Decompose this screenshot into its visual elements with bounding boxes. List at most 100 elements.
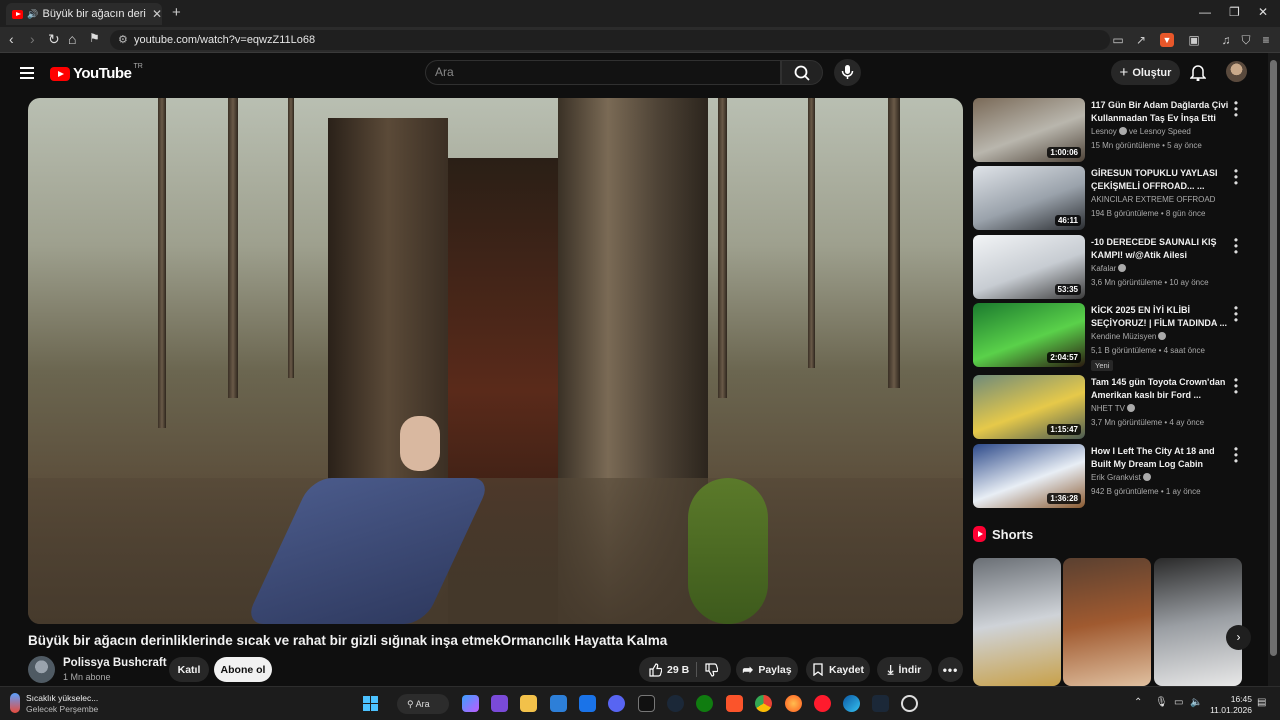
media-icon[interactable]: ♫ [1219,33,1233,47]
steam-alt-icon[interactable] [872,695,889,712]
shorts-item[interactable] [1154,558,1242,686]
recommendation-item[interactable]: 2:04:57 KİCK 2025 EN İYİ KLİBİ SEÇİYORUZ!… [973,302,1263,371]
brave-browser-icon[interactable] [726,695,743,712]
video-thumbnail[interactable]: 1:15:47 [973,375,1085,439]
menu-icon[interactable]: ≡ [1259,33,1273,47]
steam-icon[interactable] [667,695,684,712]
new-tab-button[interactable]: + [172,4,181,21]
download-button[interactable]: ⤓ İndir [877,657,932,682]
reload-icon[interactable]: ↻ [48,31,60,48]
windows-start-icon[interactable] [362,695,379,712]
brave-shields-icon[interactable]: ▼ [1160,33,1174,47]
subscribe-button[interactable]: Abone ol [214,657,272,682]
more-vertical-icon[interactable]: • • • [1232,97,1240,121]
recommendation-title[interactable]: GİRESUN TOPUKLU YAYLASI ÇEKİŞMELİ OFFROA… [1091,167,1229,193]
more-actions-button[interactable]: ••• [938,657,963,682]
vpn-icon[interactable]: ⛉ [1239,33,1253,47]
recommendation-title[interactable]: How I Left The City At 18 and Built My D… [1091,445,1229,471]
recommendation-item[interactable]: 1:15:47 Tam 145 gün Toyota Crown'dan Amer… [973,374,1263,439]
network-icon[interactable]: ▭ [1174,697,1183,708]
microsoft-store-icon[interactable] [550,695,567,712]
bookmark-icon[interactable]: ⚑ [89,31,100,45]
close-tab-icon[interactable]: ✕ [152,7,162,21]
sidebar-icon[interactable]: ▣ [1187,33,1201,47]
like-button[interactable]: 29 B [648,662,689,677]
shorts-next-button[interactable]: › [1226,625,1251,650]
shorts-item[interactable] [973,558,1061,686]
settings-gear-icon[interactable] [901,695,918,712]
outlook-icon[interactable] [579,695,596,712]
recommendation-channel[interactable]: NHET TV [1091,404,1135,413]
recommendation-item[interactable]: 1:36:28 How I Left The City At 18 and Bui… [973,443,1263,508]
more-vertical-icon[interactable]: • • • [1232,302,1240,326]
back-icon[interactable]: ‹ [9,31,14,47]
opera-icon[interactable] [814,695,831,712]
recommendation-item[interactable]: 46:11 GİRESUN TOPUKLU YAYLASI ÇEKİŞMELİ O… [973,165,1263,230]
xbox-icon[interactable] [696,695,713,712]
url-field[interactable]: ⚙ youtube.com/watch?v=eqwzZ11Lo68 [110,30,1110,50]
shorts-item[interactable] [1063,558,1151,686]
video-thumbnail[interactable]: 2:04:57 [973,303,1085,367]
channel-avatar[interactable] [28,656,55,683]
microphone-tray-icon[interactable]: 🎙 [1155,697,1168,708]
recommendation-title[interactable]: -10 DERECEDE SAUNALI KIŞ KAMPI! w/@Atik … [1091,236,1229,262]
discord-icon[interactable] [608,695,625,712]
account-avatar[interactable] [1226,61,1247,82]
cast-icon[interactable]: ▭ [1111,33,1125,47]
file-explorer-icon[interactable] [520,695,537,712]
copilot-icon[interactable] [462,695,479,712]
recommendation-channel[interactable]: AKINCILAR EXTREME OFFROAD [1091,195,1215,204]
recommendation-channel[interactable]: Erik Grankvist [1091,473,1151,482]
scrollbar-thumb[interactable] [1270,60,1277,656]
task-view-icon[interactable] [491,695,508,712]
video-thumbnail[interactable]: 46:11 [973,166,1085,230]
video-thumbnail[interactable]: 1:36:28 [973,444,1085,508]
home-icon[interactable]: ⌂ [68,31,76,47]
recommendation-channel[interactable]: Kendine Müzisyen [1091,332,1167,341]
share-button[interactable]: ➦ Paylaş [736,657,798,682]
close-window-icon[interactable]: ✕ [1258,5,1268,19]
restore-icon[interactable]: ❐ [1229,5,1240,19]
speaker-icon[interactable]: 🔊 [27,9,38,20]
video-thumbnail[interactable]: 1:00:06 [973,98,1085,162]
video-player[interactable] [28,98,963,624]
firefox-icon[interactable] [785,695,802,712]
voice-search-button[interactable] [834,59,861,86]
share-page-icon[interactable]: ↗ [1134,33,1148,47]
edge-icon[interactable] [843,695,860,712]
notifications-bell-icon[interactable] [1190,63,1206,81]
channel-name[interactable]: Polissya Bushcraft [63,657,167,669]
thumbs-down-icon[interactable] [704,663,718,677]
system-clock[interactable]: 16:45 11.01.2026 [1204,694,1252,716]
save-button[interactable]: Kaydet [806,657,870,682]
search-button[interactable] [781,60,823,85]
browser-tab[interactable]: 🔊 Büyük bir ağacın derinliklerin ✕ [6,3,162,25]
chrome-icon[interactable] [755,695,772,712]
recommendation-title[interactable]: 117 Gün Bir Adam Dağlarda Çivi Kullanmad… [1091,99,1229,125]
recommendation-item[interactable]: 53:35 -10 DERECEDE SAUNALI KIŞ KAMPI! w/@… [973,234,1263,299]
video-thumbnail[interactable]: 53:35 [973,235,1085,299]
guide-menu-icon[interactable] [20,67,34,82]
site-settings-icon[interactable]: ⚙ [118,30,128,50]
more-vertical-icon[interactable]: • • • [1232,165,1240,189]
recommendation-channel[interactable]: Kafalar [1091,264,1127,273]
tray-overflow-icon[interactable]: ⌃ [1134,697,1142,708]
minimize-icon[interactable]: — [1199,5,1211,19]
recommendation-title[interactable]: Tam 145 gün Toyota Crown'dan Amerikan ka… [1091,376,1229,402]
taskbar-search[interactable]: ⚲ Ara [397,694,449,714]
epic-games-icon[interactable] [638,695,655,712]
more-vertical-icon[interactable]: • • • [1232,374,1240,398]
search-input[interactable]: Ara [425,60,781,85]
forward-icon[interactable]: › [30,31,35,47]
weather-widget[interactable]: Sıcaklık yükselec... Gelecek Perşembe [10,693,98,715]
more-vertical-icon[interactable]: • • • [1232,443,1240,467]
more-vertical-icon[interactable]: • • • [1232,234,1240,258]
notification-center-icon[interactable]: ▤ [1257,697,1266,708]
recommendation-item[interactable]: 1:00:06 117 Gün Bir Adam Dağlarda Çivi Ku… [973,97,1263,162]
create-button[interactable]: + Oluştur [1111,60,1180,85]
recommendation-title[interactable]: KİCK 2025 EN İYİ KLİBİ SEÇİYORUZ! | FİLM… [1091,304,1229,330]
volume-icon[interactable]: 🔈 [1190,697,1202,708]
youtube-logo[interactable]: YouTube TR [50,63,143,82]
join-button[interactable]: Katıl [169,657,209,682]
recommendation-channel[interactable]: Lesnoy ve Lesnoy Speed [1091,127,1191,136]
